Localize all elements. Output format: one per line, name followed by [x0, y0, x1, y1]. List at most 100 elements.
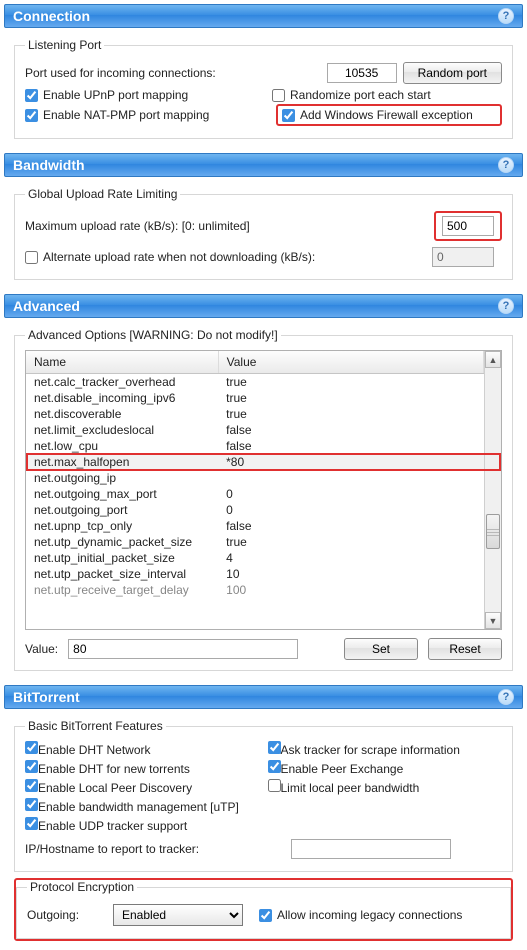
table-row[interactable]: net.outgoing_max_port0 [26, 486, 484, 502]
firewall-highlight: Add Windows Firewall exception [276, 104, 502, 126]
upload-rate-legend: Global Upload Rate Limiting [25, 187, 180, 201]
bittorrent-title: BitTorrent [13, 689, 80, 705]
alt-upload-input [432, 247, 494, 267]
ip-report-label: IP/Hostname to report to tracker: [25, 842, 285, 856]
cell-name: net.max_halfopen [26, 454, 218, 470]
limit-local-checkbox[interactable]: Limit local peer bandwidth [268, 779, 503, 795]
enable-natpmp-checkbox[interactable]: Enable NAT-PMP port mapping [25, 108, 209, 122]
cell-name: net.low_cpu [26, 438, 218, 454]
advanced-options-group: Advanced Options [WARNING: Do not modify… [14, 328, 513, 671]
dht-network-checkbox[interactable]: Enable DHT Network [25, 741, 260, 757]
cell-value: true [218, 406, 483, 422]
cell-name: net.outgoing_max_port [26, 486, 218, 502]
help-icon[interactable]: ? [498, 8, 514, 24]
cell-value: false [218, 518, 483, 534]
basic-features-group: Basic BitTorrent Features Enable DHT Net… [14, 719, 513, 872]
bandwidth-section-header: Bandwidth ? [4, 153, 523, 177]
col-value-header[interactable]: Value [218, 351, 483, 374]
scroll-up-icon[interactable]: ▲ [485, 351, 501, 368]
table-row[interactable]: net.outgoing_ip [26, 470, 484, 486]
table-row[interactable]: net.limit_excludeslocalfalse [26, 422, 484, 438]
bittorrent-section-header: BitTorrent ? [4, 685, 523, 709]
value-input[interactable] [68, 639, 298, 659]
table-row[interactable]: net.utp_dynamic_packet_sizetrue [26, 534, 484, 550]
port-label: Port used for incoming connections: [25, 66, 321, 80]
set-button[interactable]: Set [344, 638, 418, 660]
alt-upload-checkbox[interactable]: Alternate upload rate when not downloadi… [25, 250, 426, 264]
cell-name: net.limit_excludeslocal [26, 422, 218, 438]
help-icon[interactable]: ? [498, 298, 514, 314]
cell-value: 4 [218, 550, 483, 566]
cell-name: net.upnp_tcp_only [26, 518, 218, 534]
cell-value: true [218, 374, 483, 391]
cell-value: 0 [218, 502, 483, 518]
cell-value: 100 [218, 582, 483, 598]
cell-name: net.utp_dynamic_packet_size [26, 534, 218, 550]
table-row[interactable]: net.calc_tracker_overheadtrue [26, 374, 484, 391]
col-name-header[interactable]: Name [26, 351, 218, 374]
table-row[interactable]: net.max_halfopen*80 [26, 454, 484, 470]
max-upload-highlight [434, 211, 502, 241]
ask-scrape-checkbox[interactable]: Ask tracker for scrape information [268, 741, 503, 757]
cell-name: net.utp_initial_packet_size [26, 550, 218, 566]
listening-port-legend: Listening Port [25, 38, 104, 52]
cell-value: *80 [218, 454, 483, 470]
scroll-track[interactable] [485, 368, 501, 612]
table-row[interactable]: net.upnp_tcp_onlyfalse [26, 518, 484, 534]
cell-name: net.disable_incoming_ipv6 [26, 390, 218, 406]
lpd-checkbox[interactable]: Enable Local Peer Discovery [25, 779, 260, 795]
ip-report-input[interactable] [291, 839, 451, 859]
cell-name: net.discoverable [26, 406, 218, 422]
value-label: Value: [25, 642, 58, 656]
max-upload-input[interactable] [442, 216, 494, 236]
table-row[interactable]: net.utp_initial_packet_size4 [26, 550, 484, 566]
outgoing-label: Outgoing: [27, 908, 107, 922]
advanced-title: Advanced [13, 298, 80, 314]
cell-name: net.utp_packet_size_interval [26, 566, 218, 582]
help-icon[interactable]: ? [498, 689, 514, 705]
advanced-legend: Advanced Options [WARNING: Do not modify… [25, 328, 281, 342]
connection-title: Connection [13, 8, 90, 24]
help-icon[interactable]: ? [498, 157, 514, 173]
table-row[interactable]: net.discoverabletrue [26, 406, 484, 422]
enable-upnp-checkbox[interactable]: Enable UPnP port mapping [25, 88, 188, 102]
table-row[interactable]: net.outgoing_port0 [26, 502, 484, 518]
connection-section-header: Connection ? [4, 4, 523, 28]
table-row[interactable]: net.low_cpufalse [26, 438, 484, 454]
cell-name: net.calc_tracker_overhead [26, 374, 218, 391]
cell-name: net.outgoing_ip [26, 470, 218, 486]
upload-rate-group: Global Upload Rate Limiting Maximum uplo… [14, 187, 513, 280]
cell-name: net.utp_receive_target_delay [26, 582, 218, 598]
cell-value [218, 470, 483, 486]
scroll-thumb[interactable] [486, 514, 500, 549]
scrollbar[interactable]: ▲ ▼ [484, 351, 501, 629]
table-row[interactable]: net.disable_incoming_ipv6true [26, 390, 484, 406]
basic-features-legend: Basic BitTorrent Features [25, 719, 166, 733]
outgoing-select[interactable]: Enabled [113, 904, 243, 926]
bandwidth-title: Bandwidth [13, 157, 85, 173]
advanced-section-header: Advanced ? [4, 294, 523, 318]
table-row[interactable]: net.utp_packet_size_interval10 [26, 566, 484, 582]
cell-value: false [218, 422, 483, 438]
protocol-encryption-legend: Protocol Encryption [27, 880, 137, 894]
random-port-button[interactable]: Random port [403, 62, 502, 84]
cell-value: true [218, 534, 483, 550]
protocol-encryption-highlight: Protocol Encryption Outgoing: Enabled Al… [14, 878, 513, 941]
listening-port-group: Listening Port Port used for incoming co… [14, 38, 513, 139]
port-input[interactable] [327, 63, 397, 83]
max-upload-label: Maximum upload rate (kB/s): [0: unlimite… [25, 219, 428, 233]
dht-new-checkbox[interactable]: Enable DHT for new torrents [25, 760, 260, 776]
table-row[interactable]: net.utp_receive_target_delay100 [26, 582, 484, 598]
utp-checkbox[interactable]: Enable bandwidth management [uTP] [25, 798, 260, 814]
scroll-down-icon[interactable]: ▼ [485, 612, 501, 629]
udp-tracker-checkbox[interactable]: Enable UDP tracker support [25, 817, 260, 833]
pex-checkbox[interactable]: Enable Peer Exchange [268, 760, 503, 776]
add-firewall-checkbox[interactable]: Add Windows Firewall exception [282, 108, 496, 122]
cell-name: net.outgoing_port [26, 502, 218, 518]
cell-value: 0 [218, 486, 483, 502]
reset-button[interactable]: Reset [428, 638, 502, 660]
cell-value: 10 [218, 566, 483, 582]
allow-legacy-checkbox[interactable]: Allow incoming legacy connections [259, 908, 462, 922]
randomize-port-checkbox[interactable]: Randomize port each start [272, 88, 502, 102]
cell-value: true [218, 390, 483, 406]
